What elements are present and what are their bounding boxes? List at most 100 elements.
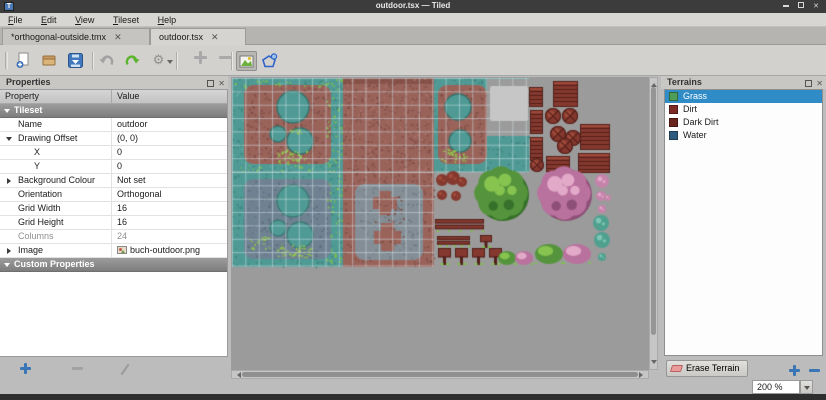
close-panel-icon[interactable]: ✕: [816, 79, 823, 88]
collision-editor-icon: [262, 53, 278, 68]
property-group-tileset[interactable]: Tileset: [0, 104, 227, 118]
property-row-name[interactable]: Name outdoor: [0, 118, 227, 132]
menu-item-file[interactable]: File: [0, 13, 31, 27]
property-row-grid-width[interactable]: Grid Width 16: [0, 202, 227, 216]
property-value: 24: [117, 231, 128, 241]
properties-table: Property Value Tileset Name outdoor Draw…: [0, 89, 228, 357]
properties-panel-title: Properties: [0, 76, 228, 89]
terrains-panel-title: Terrains: [661, 76, 826, 89]
terrain-item-water[interactable]: Water: [665, 129, 822, 142]
property-value[interactable]: outdoor: [112, 118, 227, 131]
open-folder-icon: [42, 55, 56, 66]
terrain-item-dirt[interactable]: Dirt: [665, 103, 822, 116]
menu-item-view[interactable]: View: [67, 13, 102, 27]
scroll-down-icon[interactable]: [651, 360, 657, 367]
column-header-property: Property: [0, 90, 112, 103]
property-value[interactable]: 16: [112, 216, 227, 229]
add-terrain-button[interactable]: [789, 365, 801, 377]
expand-arrow-icon[interactable]: [4, 263, 10, 270]
new-document-icon: [16, 52, 29, 68]
add-property-button[interactable]: [20, 363, 32, 375]
edit-property-button[interactable]: [120, 363, 134, 376]
terrain-swatch: [669, 105, 678, 114]
scroll-left-icon[interactable]: [234, 372, 241, 378]
float-panel-icon[interactable]: [207, 80, 215, 88]
terrain-mode-button[interactable]: [236, 51, 257, 71]
property-value[interactable]: 0: [112, 160, 227, 173]
add-tiles-button[interactable]: [183, 51, 204, 71]
close-button[interactable]: ✕: [810, 2, 822, 11]
properties-panel: Properties ✕ Property Value Tileset Name…: [0, 76, 228, 394]
minimize-button[interactable]: [780, 2, 792, 11]
menu-item-tileset[interactable]: Tileset: [105, 13, 147, 27]
tab-close-icon[interactable]: ✕: [211, 29, 219, 45]
save-button[interactable]: [65, 51, 86, 71]
save-icon: [68, 53, 83, 68]
main-toolbar: ⚙: [0, 45, 826, 76]
chevron-down-icon: [804, 386, 810, 393]
title-bar: T outdoor.tsx — Tiled ✕: [0, 0, 826, 13]
remove-property-button[interactable]: [72, 363, 84, 375]
new-document-button[interactable]: [13, 51, 34, 71]
tab-orthogonal-outside[interactable]: *orthogonal-outside.tmx ✕: [2, 28, 150, 45]
remove-terrain-button[interactable]: [809, 365, 821, 377]
expand-arrow-icon[interactable]: [7, 178, 14, 184]
terrain-swatch: [669, 131, 678, 140]
menu-item-help[interactable]: Help: [150, 13, 185, 27]
property-value[interactable]: buch-outdoor.png: [112, 244, 227, 257]
expand-arrow-icon[interactable]: [7, 248, 14, 254]
collision-editor-button[interactable]: [259, 51, 280, 71]
scroll-up-icon[interactable]: [651, 80, 657, 87]
property-row-y[interactable]: Y 0: [0, 160, 227, 174]
scrollbar-thumb[interactable]: [242, 372, 638, 377]
scrollbar-thumb[interactable]: [651, 87, 656, 335]
tileset-image[interactable]: [231, 77, 649, 370]
terrain-mode-icon: [239, 55, 254, 68]
zoom-select[interactable]: 200 %: [752, 380, 800, 394]
property-row-drawing-offset[interactable]: Drawing Offset (0, 0): [0, 132, 227, 146]
property-row-background-colour[interactable]: Background Colour Not set: [0, 174, 227, 188]
property-value[interactable]: 16: [112, 202, 227, 215]
toolbar-separator: [231, 52, 233, 70]
undo-button[interactable]: [96, 51, 117, 71]
redo-button[interactable]: [122, 51, 143, 71]
zoom-dropdown-button[interactable]: [800, 380, 813, 394]
terrain-swatch: [669, 92, 678, 101]
scroll-right-icon[interactable]: [639, 372, 646, 378]
toolbar-separator: [176, 52, 178, 70]
property-value[interactable]: Orthogonal: [112, 188, 227, 201]
property-row-image[interactable]: Image buch-outdoor.png: [0, 244, 227, 258]
property-row-x[interactable]: X 0: [0, 146, 227, 160]
commands-button[interactable]: ⚙: [148, 51, 173, 71]
minus-icon: [72, 367, 83, 370]
horizontal-scrollbar[interactable]: [231, 370, 649, 379]
property-value[interactable]: Not set: [112, 174, 227, 187]
terrain-item-grass[interactable]: Grass: [665, 90, 822, 103]
property-value[interactable]: (0, 0): [112, 132, 227, 145]
menu-item-edit[interactable]: Edit: [33, 13, 65, 27]
property-row-grid-height[interactable]: Grid Height 16: [0, 216, 227, 230]
open-file-button[interactable]: [39, 51, 60, 71]
expand-arrow-icon[interactable]: [4, 109, 10, 116]
expand-arrow-icon[interactable]: [6, 137, 12, 144]
pencil-icon: [120, 363, 130, 376]
maximize-button[interactable]: [795, 2, 807, 11]
tab-outdoor[interactable]: outdoor.tsx ✕: [150, 28, 246, 46]
property-row-columns[interactable]: Columns 24: [0, 230, 227, 244]
terrain-item-dark-dirt[interactable]: Dark Dirt: [665, 116, 822, 129]
toolbar-handle[interactable]: [5, 52, 8, 69]
float-panel-icon[interactable]: [805, 80, 813, 88]
erase-terrain-button[interactable]: Erase Terrain: [666, 360, 749, 377]
window-bottom-edge: [0, 394, 826, 400]
image-file-icon: [117, 246, 127, 254]
undo-icon: [99, 55, 114, 65]
property-row-orientation[interactable]: Orientation Orthogonal: [0, 188, 227, 202]
vertical-scrollbar[interactable]: [649, 77, 658, 370]
tab-close-icon[interactable]: ✕: [114, 29, 122, 45]
table-header-row: Property Value: [0, 90, 227, 104]
property-group-custom-properties[interactable]: Custom Properties: [0, 258, 227, 272]
terrain-swatch: [669, 118, 678, 127]
close-panel-icon[interactable]: ✕: [218, 79, 225, 88]
property-value[interactable]: 0: [112, 146, 227, 159]
remove-tiles-button[interactable]: [208, 51, 229, 71]
